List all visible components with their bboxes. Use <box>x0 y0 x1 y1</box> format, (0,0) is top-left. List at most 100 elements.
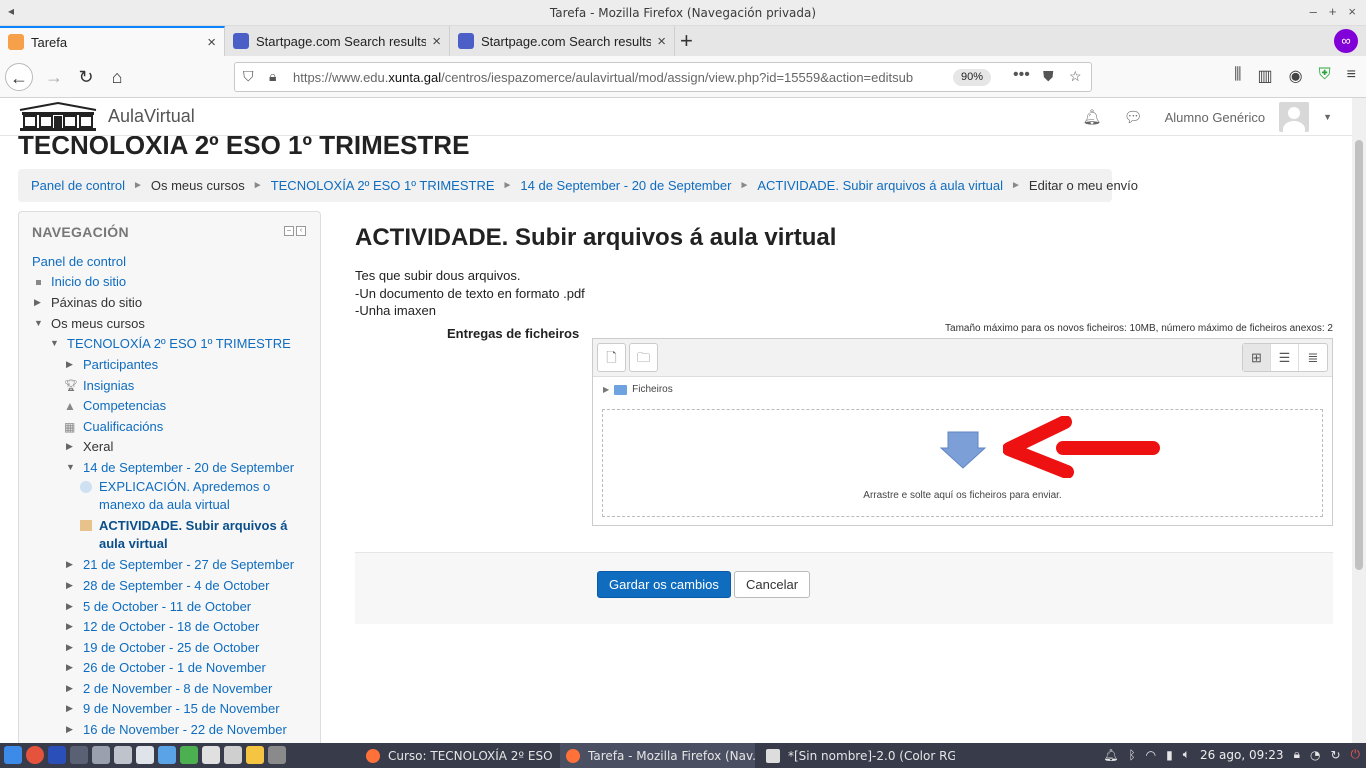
nav-link[interactable]: Insignias <box>83 378 134 393</box>
collapse-arrow-icon[interactable]: ▼ <box>66 462 80 472</box>
nav-link[interactable]: 2 de November - 8 de November <box>83 681 272 696</box>
wifi-icon[interactable]: ◠ <box>1146 748 1156 762</box>
list-view-icon[interactable]: ☰ <box>1271 344 1299 371</box>
scrollbar-thumb[interactable] <box>1355 140 1363 570</box>
volume-icon[interactable]: 🔈︎ <box>1183 747 1190 762</box>
hamburger-menu-icon[interactable]: ≡ <box>1347 66 1356 86</box>
breadcrumb-item[interactable]: ACTIVIDADE. Subir arquivos á aula virtua… <box>757 178 1003 193</box>
expand-arrow-icon[interactable]: ▶ <box>66 724 80 735</box>
close-tab-icon[interactable]: × <box>657 33 666 50</box>
user-menu-caret-icon[interactable]: ▼ <box>1323 112 1332 122</box>
nav-link[interactable]: Cualificacións <box>83 419 163 434</box>
nav-item-course[interactable]: ▼ TECNOLOXÍA 2º ESO 1º TRIMESTRE <box>50 336 291 351</box>
nav-item-week[interactable]: ▶ 28 de September - 4 de October <box>66 578 269 593</box>
nav-item-my-courses[interactable]: ▼ Os meus cursos <box>34 316 145 331</box>
reload-icon[interactable]: ↻ <box>72 63 100 91</box>
power-icon[interactable]: ⏻ <box>1351 747 1361 762</box>
breadcrumb-item[interactable]: 14 de September - 20 de September <box>520 178 731 193</box>
expand-arrow-icon[interactable]: ▶ <box>66 359 80 370</box>
nav-item-week[interactable]: ▶ 16 de November - 22 de November <box>66 722 287 737</box>
create-folder-icon[interactable]: 🗀︎ <box>629 343 658 372</box>
bluetooth-icon[interactable]: ᛒ <box>1128 748 1135 762</box>
new-tab-icon[interactable]: + <box>680 28 693 54</box>
nav-link[interactable]: 28 de September - 4 de October <box>83 578 269 593</box>
library-icon[interactable]: ⫼ <box>1234 66 1241 86</box>
nav-item-participants[interactable]: ▶ Participantes <box>66 357 158 372</box>
app-icon[interactable] <box>246 746 264 764</box>
tab-startpage-1[interactable]: Startpage.com Search results × <box>225 26 450 56</box>
editor-icon[interactable] <box>48 746 66 764</box>
save-changes-button[interactable]: Gardar os cambios <box>597 571 731 598</box>
nav-item-week[interactable]: ▶ 26 de October - 1 de November <box>66 660 266 675</box>
cancel-button[interactable]: Cancelar <box>734 571 811 598</box>
lock-icon[interactable]: 🔒︎ <box>269 68 276 85</box>
nav-item-badges[interactable]: 🏆︎ Insignias <box>64 378 134 393</box>
nav-link[interactable]: 9 de November - 15 de November <box>83 701 280 716</box>
nav-item-week[interactable]: ▶ 19 de October - 25 de October <box>66 640 259 655</box>
page-actions-icon[interactable]: ••• <box>1013 66 1030 84</box>
terminal-icon[interactable] <box>70 746 88 764</box>
page-scrollbar[interactable] <box>1352 98 1366 743</box>
nav-item-week[interactable]: ▶ 12 de October - 18 de October <box>66 619 259 634</box>
nav-link[interactable]: Inicio do sitio <box>51 274 126 289</box>
nav-item-actividade[interactable]: ACTIVIDADE. Subir arquivos á aula virtua… <box>80 517 310 553</box>
folder-label[interactable]: Ficheiros <box>632 384 673 395</box>
minimize-icon[interactable]: – <box>1310 4 1317 19</box>
nav-item-site-home[interactable]: Inicio do sitio <box>34 274 126 289</box>
add-file-icon[interactable]: 🗋︎ <box>597 343 626 372</box>
clock[interactable]: 26 ago, 09:23 <box>1200 748 1284 762</box>
notes-icon[interactable] <box>136 746 154 764</box>
expand-arrow-icon[interactable]: ▶ <box>34 297 48 308</box>
taskbar-item-gimp[interactable]: *[Sin nombre]-2.0 (Color RG... <box>760 743 955 768</box>
close-tab-icon[interactable]: × <box>207 34 216 51</box>
messages-icon[interactable]: 💬︎ <box>1124 108 1143 126</box>
collapse-block-icon[interactable]: – <box>284 226 294 236</box>
notification-bell-icon[interactable]: 🔔︎ <box>1103 748 1118 762</box>
notifications-bell-icon[interactable]: 🔔︎ <box>1083 108 1102 126</box>
expand-arrow-icon[interactable]: ▶ <box>66 559 80 570</box>
nav-link[interactable]: Competencias <box>83 398 166 413</box>
expand-folder-icon[interactable]: ▶ <box>603 385 609 394</box>
nav-item-week[interactable]: ▶ 2 de November - 8 de November <box>66 681 272 696</box>
bookmark-star-icon[interactable]: ☆ <box>1069 68 1082 85</box>
folder-path[interactable]: ▶ Ficheiros <box>603 384 673 395</box>
forward-icon[interactable]: → <box>40 63 68 91</box>
spreadsheet-icon[interactable] <box>180 746 198 764</box>
user-name[interactable]: Alumno Genérico <box>1165 110 1265 125</box>
expand-arrow-icon[interactable]: ▶ <box>66 601 80 612</box>
nav-link[interactable]: 16 de November - 22 de November <box>83 722 287 737</box>
taskbar-item-course[interactable]: Curso: TECNOLOXÍA 2º ESO ... <box>360 743 555 768</box>
tracking-shield-icon[interactable]: ⛉ <box>243 68 254 85</box>
nav-item-general[interactable]: ▶ Xeral <box>66 439 113 454</box>
nav-link[interactable]: 5 de October - 11 de October <box>83 599 251 614</box>
nav-item-grades[interactable]: ▦ Cualificacións <box>64 419 163 434</box>
expand-arrow-icon[interactable]: ▶ <box>66 703 80 714</box>
lock-screen-icon[interactable]: 🔒︎ <box>1294 747 1300 762</box>
expand-arrow-icon[interactable]: ▶ <box>66 621 80 632</box>
nav-item-week[interactable]: ▶ 5 de October - 11 de October <box>66 599 251 614</box>
breadcrumb-item[interactable]: TECNOLOXÍA 2º ESO 1º TRIMESTRE <box>271 178 495 193</box>
expand-arrow-icon[interactable]: ▶ <box>66 683 80 694</box>
icons-view-icon[interactable]: ⊞ <box>1243 344 1271 371</box>
nav-link[interactable]: 21 de September - 27 de September <box>83 557 294 572</box>
files-icon[interactable] <box>92 746 110 764</box>
nav-link[interactable]: EXPLICACIÓN. Apredemos o manexo da aula … <box>99 478 310 514</box>
avatar[interactable] <box>1279 102 1310 132</box>
expand-arrow-icon[interactable]: ▶ <box>66 441 80 452</box>
file-drop-zone[interactable]: Arrastre e solte aquí os ficheiros para … <box>602 409 1323 517</box>
back-icon[interactable]: ← <box>5 63 33 91</box>
close-window-icon[interactable]: × <box>1348 4 1356 19</box>
taskbar-item-tarefa[interactable]: Tarefa - Mozilla Firefox (Nav... <box>560 743 755 768</box>
dock-block-icon[interactable]: ‹ <box>296 226 306 236</box>
text-editor-icon[interactable] <box>202 746 220 764</box>
nav-link[interactable]: TECNOLOXÍA 2º ESO 1º TRIMESTRE <box>67 336 291 351</box>
home-icon[interactable]: ⌂ <box>103 63 131 91</box>
nav-item-competencies[interactable]: ▲ Competencias <box>64 398 166 413</box>
url-text[interactable]: https://www.edu.xunta.gal/centros/iespaz… <box>293 70 943 85</box>
breadcrumb-item[interactable]: Panel de control <box>31 178 125 193</box>
tab-tarefa[interactable]: Tarefa × <box>0 26 225 56</box>
calculator-icon[interactable] <box>114 746 132 764</box>
nav-item-explicacion[interactable]: EXPLICACIÓN. Apredemos o manexo da aula … <box>80 478 310 514</box>
close-tab-icon[interactable]: × <box>432 33 441 50</box>
writer-icon[interactable] <box>158 746 176 764</box>
